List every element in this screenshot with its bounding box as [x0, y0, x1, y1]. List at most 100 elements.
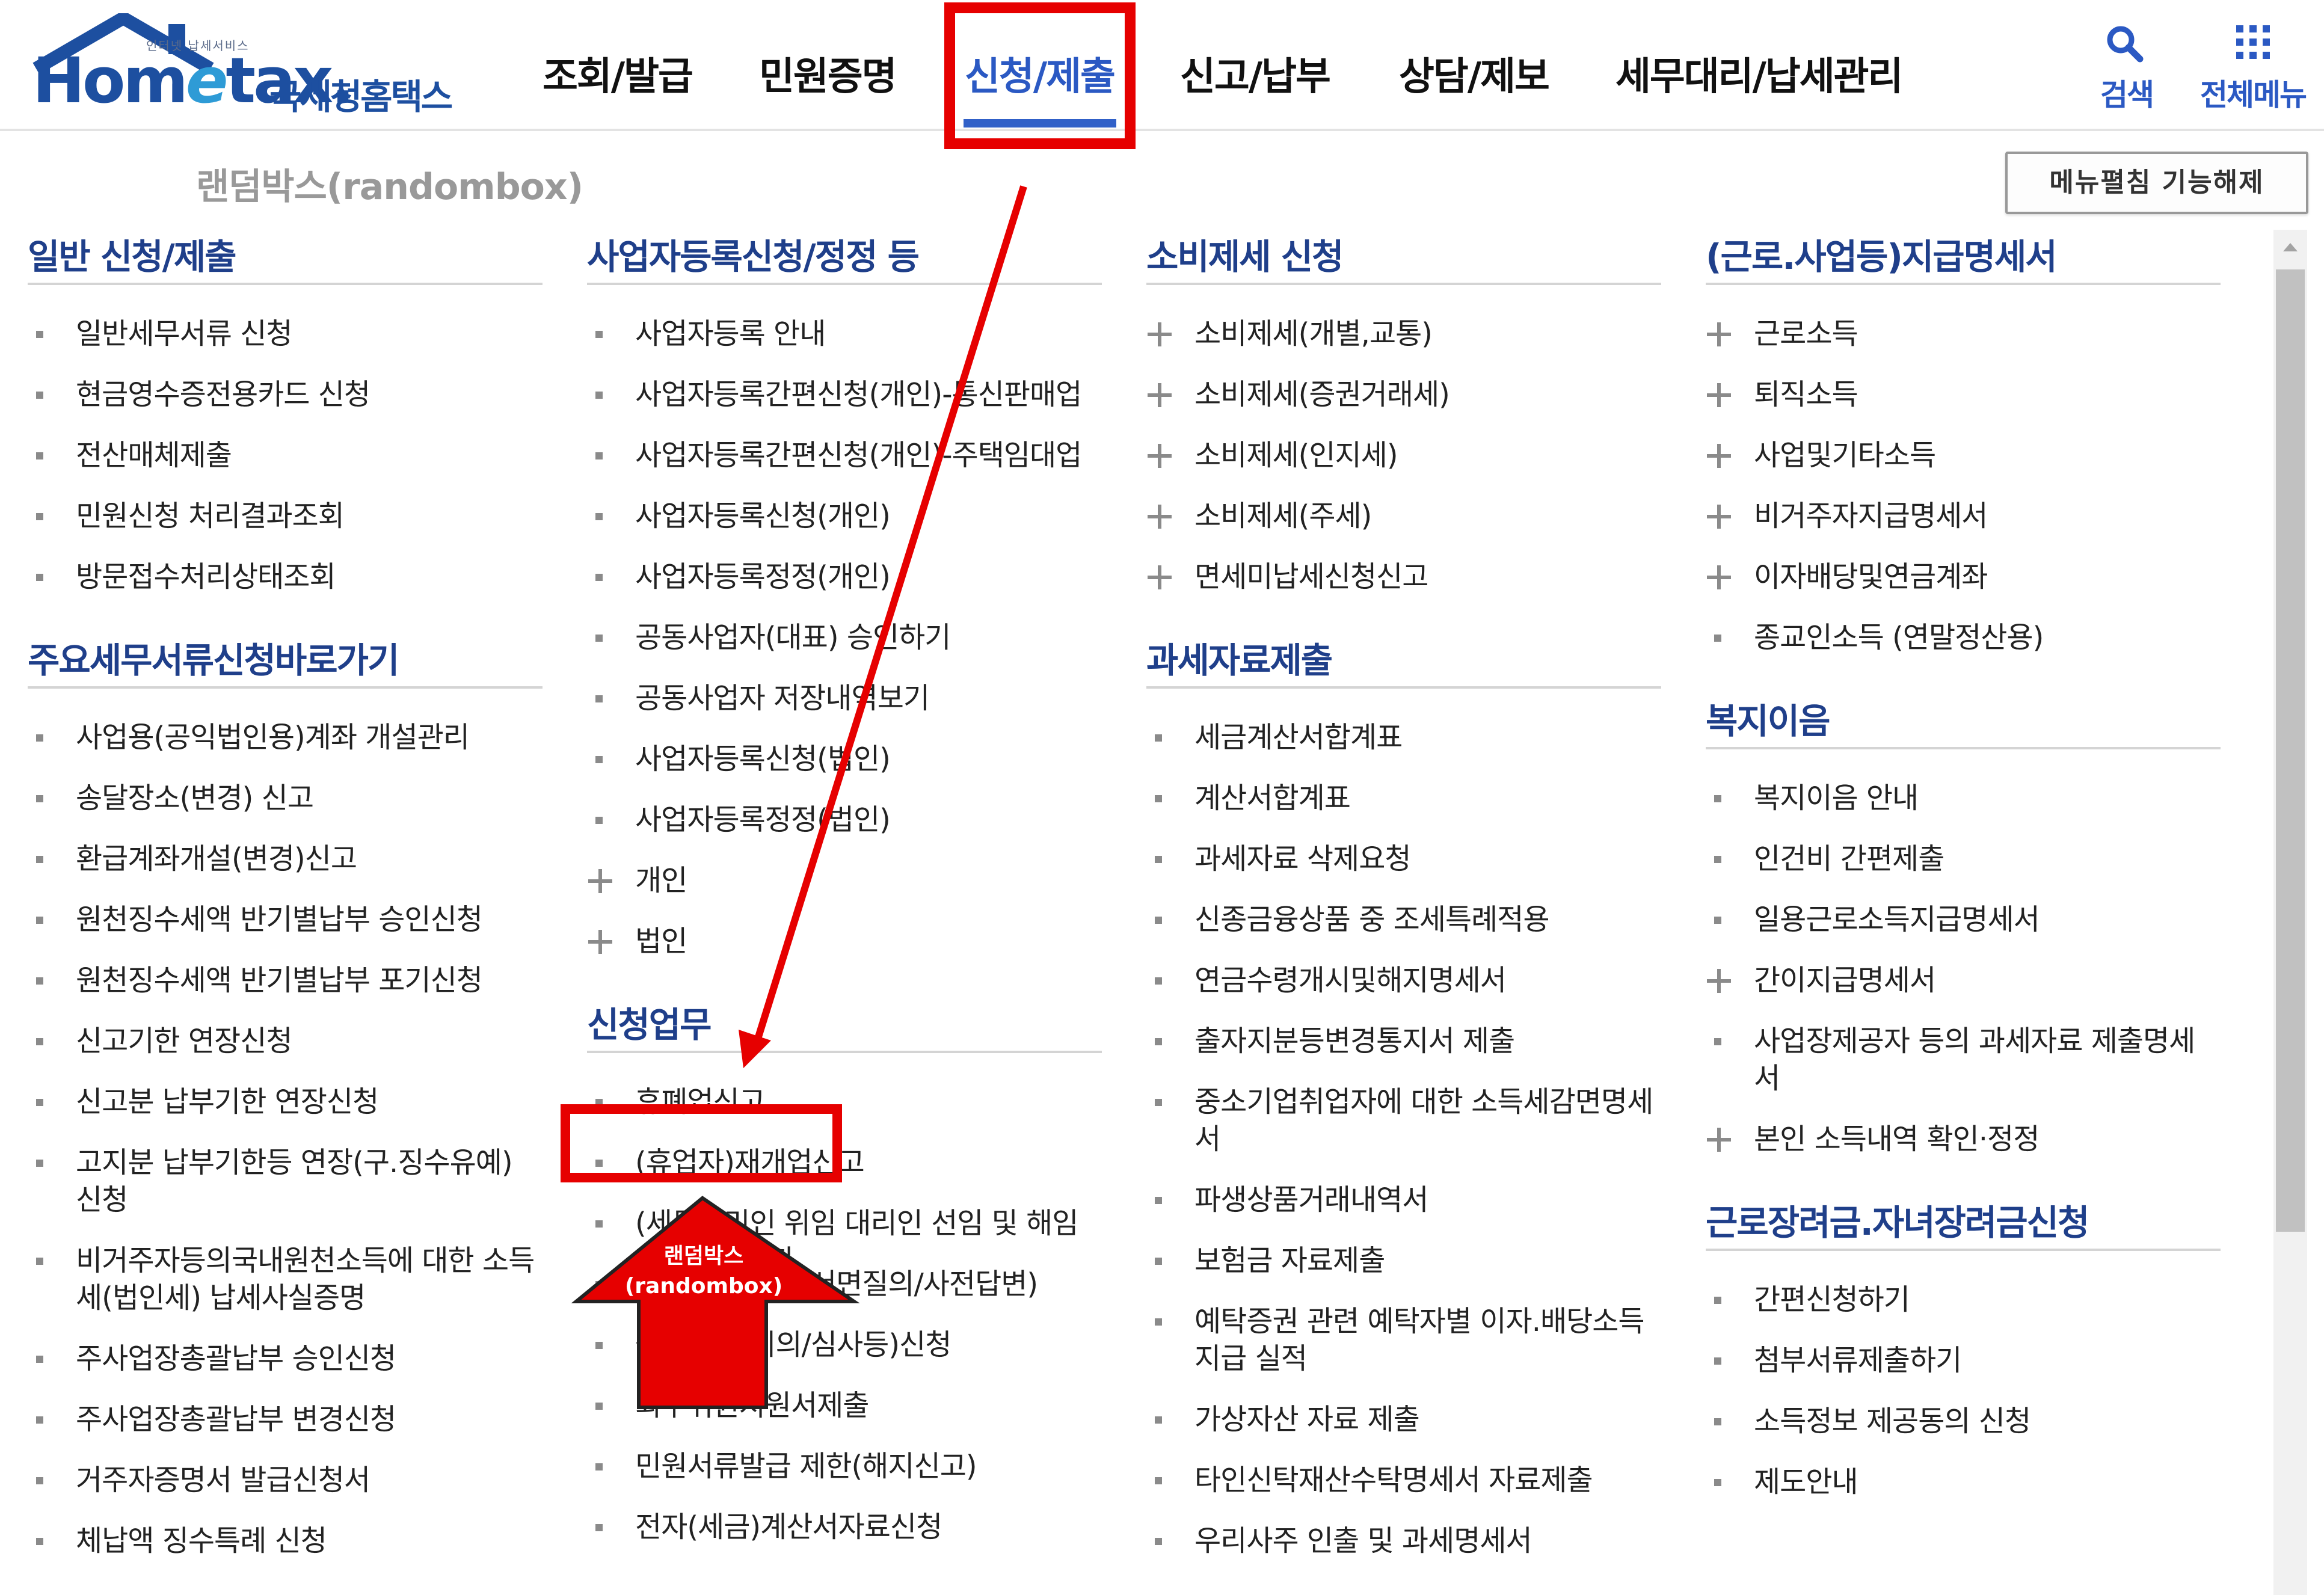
menu-link[interactable]: 첨부서류제출하기: [1706, 1342, 2221, 1379]
square-bullet-icon: [36, 734, 43, 742]
menu-link[interactable]: 사업자등록정정(개인): [587, 558, 1102, 595]
menu-link[interactable]: 세금계산서합계표: [1146, 719, 1661, 756]
menu-link[interactable]: 신고분 납부기한 연장신청: [28, 1083, 543, 1120]
menu-link[interactable]: 사업자등록정정(법인): [587, 801, 1102, 838]
menu-link[interactable]: 체납액 징수특례 신청: [28, 1522, 543, 1560]
menu-link[interactable]: 주사업장총괄납부 승인신청: [28, 1340, 543, 1377]
menu-link[interactable]: 출자지분등변경통지서 제출: [1146, 1022, 1661, 1060]
menu-link-label: 과세자료 삭제요청: [1194, 842, 1412, 876]
menu-link[interactable]: 전자(세금)계산서자료신청: [587, 1508, 1102, 1546]
square-bullet-icon: [1155, 1258, 1162, 1265]
menu-link[interactable]: 사업및기타소득: [1706, 437, 2221, 474]
menu-link[interactable]: 과세자료 삭제요청: [1146, 840, 1661, 877]
menu-link[interactable]: 근로소득: [1706, 315, 2221, 352]
menu-link[interactable]: 중소기업취업자에 대한 소득세감면명세서: [1146, 1083, 1661, 1158]
menu-link[interactable]: 복지이음 안내: [1706, 779, 2221, 817]
section-title: 복지이음: [1706, 701, 1830, 742]
square-bullet-icon: [36, 1160, 43, 1167]
square-bullet-icon: [1155, 1099, 1162, 1106]
menu-link[interactable]: 현금영수증전용카드 신청: [28, 376, 543, 413]
plus-expand-icon: [1148, 383, 1172, 407]
menu-scrollbar[interactable]: [2273, 230, 2307, 1595]
menu-link[interactable]: 외부위원지원서제출: [587, 1387, 1102, 1424]
menu-link[interactable]: 사업용(공익법인용)계좌 개설관리: [28, 719, 543, 756]
menu-link[interactable]: 일용근로소득지급명세서: [1706, 901, 2221, 938]
menu-link[interactable]: 환급계좌개설(변경)신고: [28, 840, 543, 877]
menu-link[interactable]: 예탁증권 관련 예탁자별 이자.배당소득 지급 실적: [1146, 1303, 1661, 1377]
menu-link[interactable]: 종교인소득 (연말정산용): [1706, 619, 2221, 656]
menu-link[interactable]: 신종금융상품 중 조세특례적용: [1146, 901, 1661, 938]
search-button[interactable]: 검색: [2061, 18, 2193, 114]
menu-link[interactable]: 소비제세(인지세): [1146, 437, 1661, 474]
menu-link[interactable]: 간편신청하기: [1706, 1281, 2221, 1318]
square-bullet-icon: [36, 1038, 43, 1045]
nav-item-filing[interactable]: 신고/납부: [1180, 46, 1331, 101]
menu-link[interactable]: 타인신탁재산수탁명세서 자료제출: [1146, 1461, 1661, 1499]
menu-link[interactable]: 공동사업자(대표) 승인하기: [587, 619, 1102, 656]
menu-link[interactable]: 거주자증명서 발급신청서: [28, 1461, 543, 1499]
search-icon: [2107, 26, 2144, 63]
menu-link[interactable]: 원천징수세액 반기별납부 포기신청: [28, 962, 543, 999]
menu-link[interactable]: 소비제세(증권거래세): [1146, 376, 1661, 413]
nav-item-inquiry[interactable]: 조회/발급: [543, 46, 693, 101]
square-bullet-icon: [1155, 1318, 1162, 1326]
menu-link[interactable]: 사업자등록 안내: [587, 315, 1102, 352]
menu-link[interactable]: 계산서합계표: [1146, 779, 1661, 817]
menu-link[interactable]: 소비제세(개별,교통): [1146, 315, 1661, 352]
square-bullet-icon: [36, 331, 43, 338]
menu-link[interactable]: 본인 소득내역 확인·정정: [1706, 1120, 2221, 1158]
menu-expand-toggle-button[interactable]: 메뉴펼침 기능해제: [2005, 152, 2308, 214]
menu-link[interactable]: 보험금 자료제출: [1146, 1242, 1661, 1279]
menu-link[interactable]: 민원신청 처리결과조회: [28, 497, 543, 535]
menu-link[interactable]: 비거주자등의국내원천소득에 대한 소득세(법인세) 납세사실증명: [28, 1242, 543, 1317]
menu-link[interactable]: 면세미납세신청신고: [1146, 558, 1661, 595]
nav-item-certificates[interactable]: 민원증명: [759, 46, 897, 101]
menu-link[interactable]: 일반세무서류 신청: [28, 315, 543, 352]
section-divider: [587, 283, 1102, 285]
menu-link[interactable]: 송달장소(변경) 신고: [28, 779, 543, 817]
menu-link[interactable]: 비거주자지급명세서: [1706, 497, 2221, 535]
menu-link-label: 환급계좌개설(변경)신고: [76, 842, 357, 876]
menu-link[interactable]: 개인: [587, 862, 1102, 899]
scroll-thumb[interactable]: [2276, 269, 2305, 1232]
menu-link[interactable]: 간이지급명세서: [1706, 962, 2221, 999]
menu-link[interactable]: 전산매체제출: [28, 437, 543, 474]
section-title: 과세자료제출: [1146, 640, 1333, 681]
menu-link[interactable]: 원천징수세액 반기별납부 승인신청: [28, 901, 543, 938]
section-divider: [28, 686, 543, 689]
menu-link[interactable]: 사업장제공자 등의 과세자료 제출명세서: [1706, 1022, 2221, 1097]
menu-link[interactable]: 인건비 간편제출: [1706, 840, 2221, 877]
menu-link[interactable]: 소비제세(주세): [1146, 497, 1661, 535]
menu-link[interactable]: 사업자등록신청(법인): [587, 740, 1102, 778]
menu-link[interactable]: 고지분 납부기한등 연장(구.징수유예) 신청: [28, 1144, 543, 1219]
menu-link[interactable]: 우리사주 인출 및 과세명세서: [1146, 1522, 1661, 1560]
menu-link[interactable]: 파생상품거래내역서: [1146, 1181, 1661, 1219]
menu-link-label: 일반세무서류 신청: [76, 317, 293, 351]
menu-link[interactable]: 퇴직소득: [1706, 376, 2221, 413]
scroll-up-arrow-icon[interactable]: [2273, 230, 2307, 263]
menu-link[interactable]: 신고기한 연장신청: [28, 1022, 543, 1060]
logo-korean-name: 국세청홈택스: [269, 76, 453, 117]
menu-link[interactable]: 이자배당및연금계좌: [1706, 558, 2221, 595]
menu-link[interactable]: 불복청구(이의/심사등)신청: [587, 1326, 1102, 1363]
menu-link[interactable]: 법인: [587, 923, 1102, 960]
hometax-logo[interactable]: 인터넷 납세서비스 Hometax. 국세청홈택스: [24, 13, 457, 121]
menu-link[interactable]: 연금수령개시및해지명세서: [1146, 962, 1661, 999]
menu-link[interactable]: 소득정보 제공동의 신청: [1706, 1403, 2221, 1440]
nav-item-tax-agent[interactable]: 세무대리/납세관리: [1615, 46, 1903, 101]
menu-link-label: 원천징수세액 반기별납부 포기신청: [76, 963, 483, 997]
menu-link[interactable]: 사업자등록간편신청(개인)-주택임대업: [587, 437, 1102, 474]
menu-link[interactable]: 사업자등록신청(개인): [587, 497, 1102, 535]
menu-link[interactable]: 민원서류발급 제한(해지신고): [587, 1448, 1102, 1485]
square-bullet-icon: [36, 452, 43, 459]
menu-link[interactable]: 주사업장총괄납부 변경신청: [28, 1401, 543, 1438]
menu-link[interactable]: 방문접수처리상태조회: [28, 558, 543, 595]
square-bullet-icon: [1155, 856, 1162, 863]
menu-link[interactable]: 사업자등록간편신청(개인)-통신판매업: [587, 376, 1102, 413]
nav-item-consult[interactable]: 상담/제보: [1399, 46, 1550, 101]
all-menu-button[interactable]: 전체메뉴: [2187, 18, 2319, 114]
menu-link[interactable]: 가상자산 자료 제출: [1146, 1401, 1661, 1438]
menu-link[interactable]: 제도안내: [1706, 1463, 2221, 1501]
menu-link[interactable]: 공동사업자 저장내역보기: [587, 680, 1102, 717]
menu-link-label: 간이지급명세서: [1754, 963, 1936, 997]
